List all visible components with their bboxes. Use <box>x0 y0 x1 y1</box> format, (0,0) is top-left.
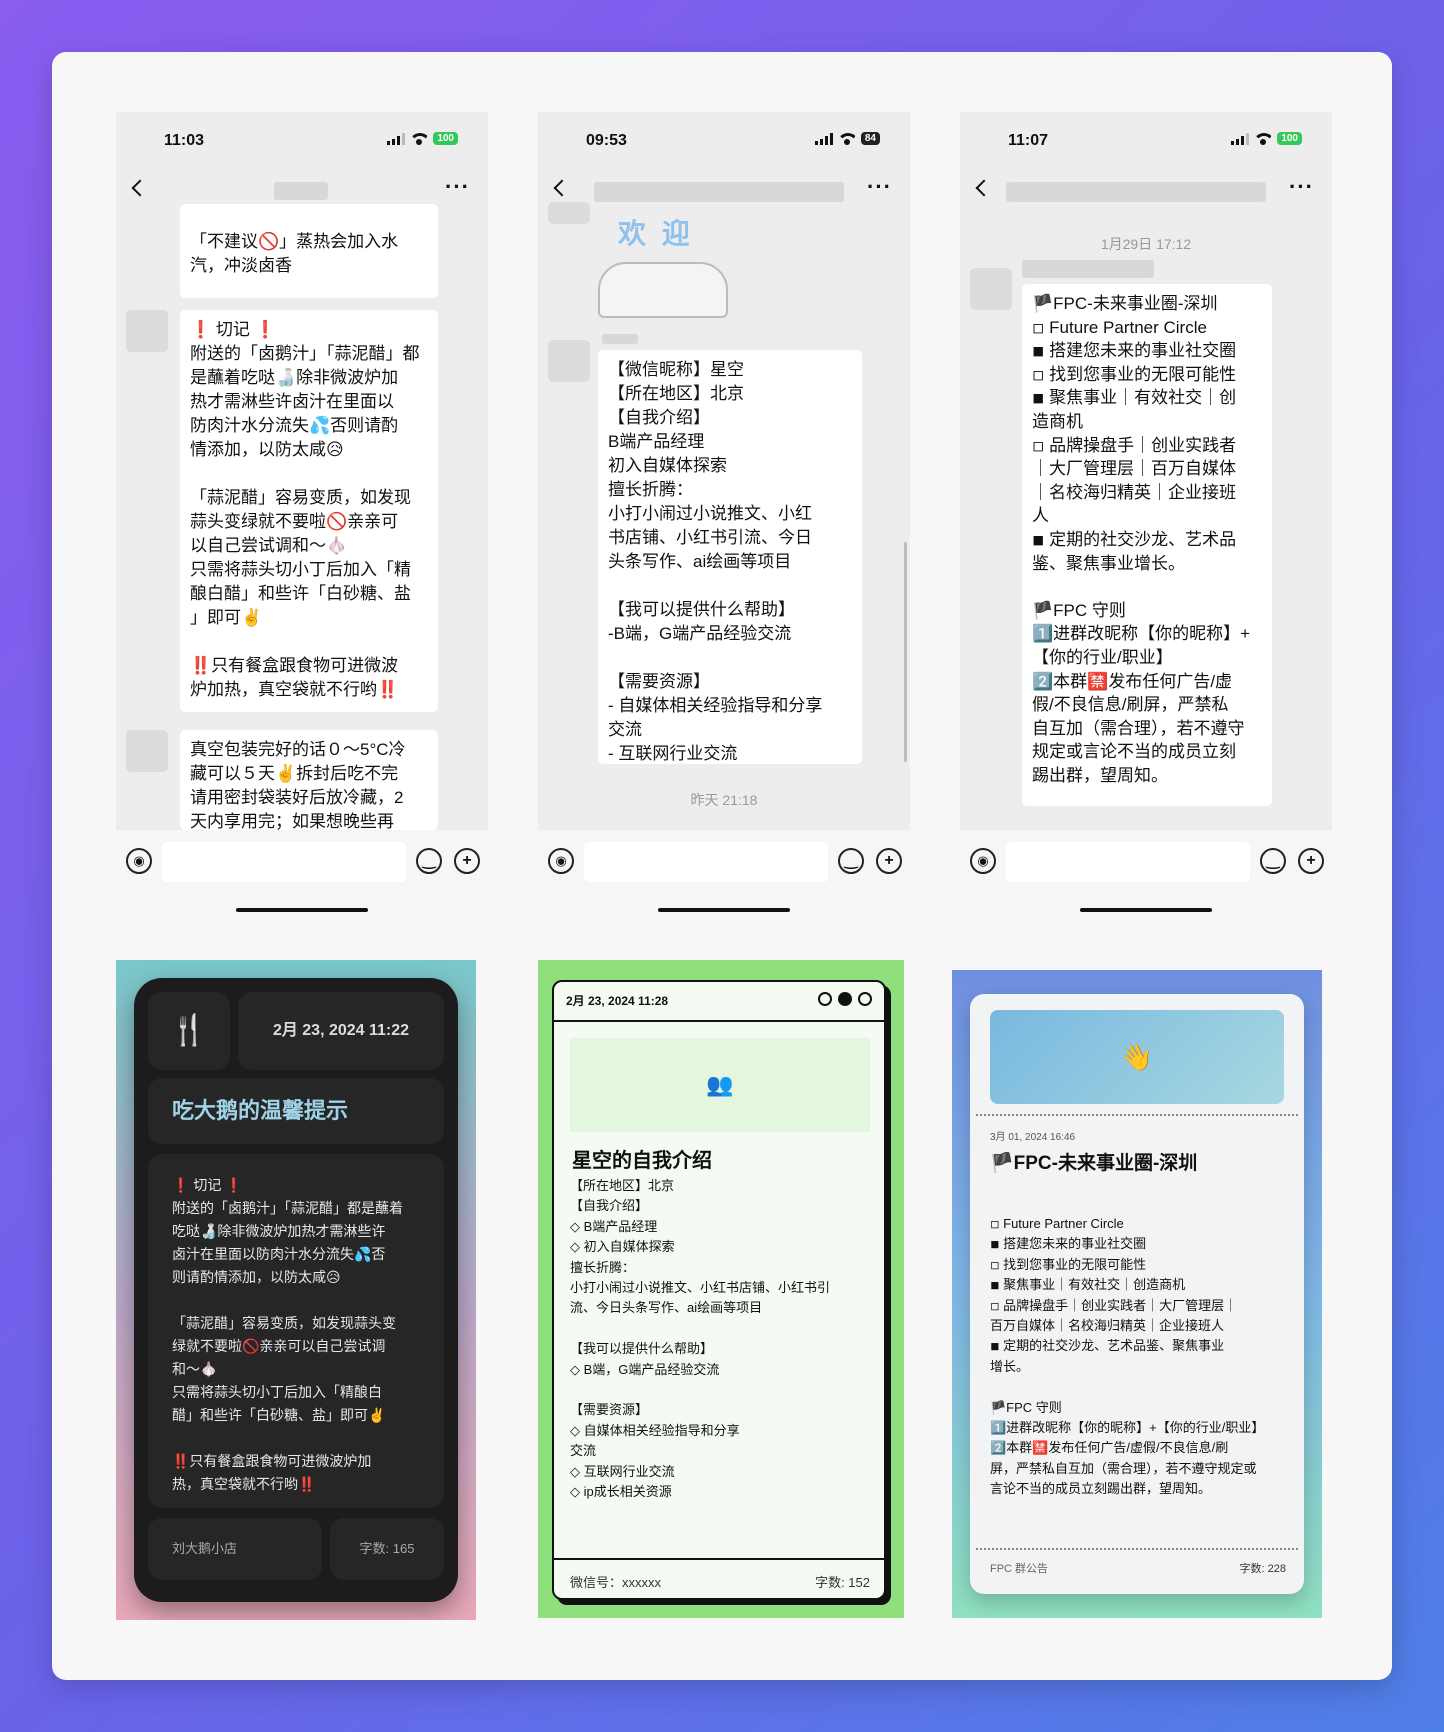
message-bubble: 【微信昵称】星空 【所在地区】北京 【自我介绍】 B端产品经理 初入自媒体探索 … <box>598 350 862 764</box>
message-timestamp: 1月29日 17:12 <box>1100 236 1192 252</box>
cat-sticker-art <box>598 262 728 318</box>
chat-title-blurred <box>1006 182 1266 202</box>
chat-screenshot-3: 11:07 100 ··· 1月29日 17:12 🏴FPC-未来事业圈-深圳 … <box>960 112 1332 922</box>
wave-icon: 👋 <box>990 1010 1284 1104</box>
welcome-sticker-text: 欢 迎 <box>618 218 694 249</box>
card-footer-wechat-id: 微信号：xxxxxx <box>570 1575 662 1590</box>
card-group-notice: 👋 3月 01, 2024 16:46 🏴FPC-未来事业圈-深圳 ◽ Futu… <box>952 970 1322 1618</box>
chat-title-blurred <box>594 182 844 202</box>
wifi-icon <box>411 132 428 145</box>
message-bubble: 「不建议🚫」蒸热会加入水 汽，冲淡卤香 <box>180 204 438 298</box>
chat-title-blurred <box>274 182 328 200</box>
home-indicator <box>658 908 790 912</box>
home-indicator <box>236 908 368 912</box>
divider <box>976 1114 1298 1116</box>
battery-icon: 84 <box>860 132 880 145</box>
chat-screenshot-1: 11:03 100 ··· 「不建议🚫」蒸热会加入水 汽，冲淡卤香 ❗ 切记 ❗… <box>116 112 488 922</box>
window-dots <box>818 992 872 1006</box>
status-time: 11:03 <box>164 132 205 149</box>
wifi-icon <box>838 132 855 145</box>
card-body: ❗ 切记 ❗ 附送的「卤鹅汁」「蒜泥醋」都是蘸着 吃哒🍶除非微波炉加热才需淋些许… <box>148 1154 444 1508</box>
card-title: 星空的自我介绍 <box>572 1150 712 1172</box>
fork-knife-icon: 🍴 <box>148 992 230 1070</box>
card-self-intro: 2月 23, 2024 11:28 👥 星空的自我介绍 【所在地区】北京 【自我… <box>538 960 904 1618</box>
input-bar: ◉ ‿ + <box>116 830 488 922</box>
input-bar: ◉ ‿ + <box>538 830 910 922</box>
dot-icon <box>858 992 872 1006</box>
voice-icon[interactable]: ◉ <box>548 848 574 874</box>
signal-icon <box>387 132 406 145</box>
emoji-icon[interactable]: ‿ <box>1260 848 1286 874</box>
card-footer-word-count: 字数: 152 <box>815 1575 870 1590</box>
sender-name-blurred <box>602 334 638 344</box>
message-bubble: ❗ 切记 ❗ 附送的「卤鹅汁」「蒜泥醋」都 是蘸着吃哒🍶除非微波炉加 热才需淋些… <box>180 310 438 712</box>
message-bubble: 真空包装完好的话０～5°C冷 藏可以５天✌️拆封后吃不完 请用密封袋装好后放冷藏… <box>180 730 438 830</box>
battery-icon: 100 <box>433 132 458 145</box>
card-date: 2月 23, 2024 11:28 <box>566 994 669 1008</box>
message-input[interactable] <box>584 842 828 882</box>
card-body: 【所在地区】北京 【自我介绍】 ◇ B端产品经理 ◇ 初入自媒体探索 擅长折腾：… <box>570 1178 831 1500</box>
divider <box>554 1020 884 1022</box>
avatar <box>126 310 168 352</box>
card-footer-word-count: 字数: 165 <box>330 1518 444 1580</box>
plus-icon[interactable]: + <box>454 848 480 874</box>
avatar <box>970 268 1012 310</box>
home-indicator <box>1080 908 1212 912</box>
avatar <box>548 202 590 224</box>
emoji-icon[interactable]: ‿ <box>416 848 442 874</box>
card-date: 2月 23, 2024 11:22 <box>238 992 444 1070</box>
more-icon[interactable]: ··· <box>445 174 470 200</box>
battery-icon: 100 <box>1277 132 1302 145</box>
status-bar: 11:07 100 <box>960 112 1332 168</box>
scrollbar[interactable] <box>904 542 907 762</box>
status-time: 11:07 <box>1008 132 1049 149</box>
more-icon[interactable]: ··· <box>867 174 892 200</box>
back-icon[interactable] <box>131 179 149 197</box>
avatar <box>126 730 168 772</box>
plus-icon[interactable]: + <box>876 848 902 874</box>
sender-name-blurred <box>1022 260 1154 278</box>
back-icon[interactable] <box>553 179 571 197</box>
message-timestamp: 昨天 21:18 <box>690 792 758 808</box>
divider <box>976 1548 1298 1550</box>
card-title: 吃大鹅的温馨提示 <box>148 1078 444 1144</box>
voice-icon[interactable]: ◉ <box>970 848 996 874</box>
card-title: 🏴FPC-未来事业圈-深圳 <box>990 1153 1198 1174</box>
more-icon[interactable]: ··· <box>1289 174 1314 200</box>
signal-icon <box>1231 132 1250 145</box>
message-bubble: 🏴FPC-未来事业圈-深圳 ◽ Future Partner Circle ◾ … <box>1022 284 1272 806</box>
chat-nav: ··· <box>538 168 910 212</box>
card-frame: 2月 23, 2024 11:28 👥 星空的自我介绍 【所在地区】北京 【自我… <box>552 980 886 1600</box>
people-icon: 👥 <box>570 1038 870 1132</box>
status-time: 09:53 <box>586 132 627 149</box>
showcase-panel: 11:03 100 ··· 「不建议🚫」蒸热会加入水 汽，冲淡卤香 ❗ 切记 ❗… <box>52 52 1392 1680</box>
input-bar: ◉ ‿ + <box>960 830 1332 922</box>
card-frame: 👋 3月 01, 2024 16:46 🏴FPC-未来事业圈-深圳 ◽ Futu… <box>970 994 1304 1594</box>
emoji-icon[interactable]: ‿ <box>838 848 864 874</box>
avatar <box>548 340 590 382</box>
card-body: ◽ Future Partner Circle ◾ 搭建您未来的事业社交圈 ◽ … <box>990 1216 1265 1497</box>
chat-nav: ··· <box>960 168 1332 212</box>
divider <box>554 1558 884 1560</box>
card-footer-shop: 刘大鹅小店 <box>148 1518 322 1580</box>
status-bar: 11:03 100 <box>116 112 488 168</box>
dot-icon <box>838 992 852 1006</box>
signal-icon <box>814 132 833 145</box>
card-footer-notice: FPC 群公告 <box>990 1563 1049 1575</box>
card-frame: 🍴 2月 23, 2024 11:22 吃大鹅的温馨提示 ❗ 切记 ❗ 附送的「… <box>134 978 458 1602</box>
chat-screenshot-2: 09:53 84 ··· 欢 迎 【微信昵称】星空 【所在地区】北京 【自我介绍… <box>538 112 910 922</box>
voice-icon[interactable]: ◉ <box>126 848 152 874</box>
status-bar: 09:53 84 <box>538 112 910 168</box>
card-warm-tips: 🍴 2月 23, 2024 11:22 吃大鹅的温馨提示 ❗ 切记 ❗ 附送的「… <box>116 960 476 1620</box>
message-input[interactable] <box>1006 842 1250 882</box>
card-footer-word-count: 字数: 228 <box>1239 1563 1286 1575</box>
card-date: 3月 01, 2024 16:46 <box>990 1132 1076 1143</box>
message-input[interactable] <box>162 842 406 882</box>
plus-icon[interactable]: + <box>1298 848 1324 874</box>
wifi-icon <box>1255 132 1272 145</box>
dot-icon <box>818 992 832 1006</box>
welcome-sticker: 欢 迎 <box>598 208 728 328</box>
back-icon[interactable] <box>975 179 993 197</box>
